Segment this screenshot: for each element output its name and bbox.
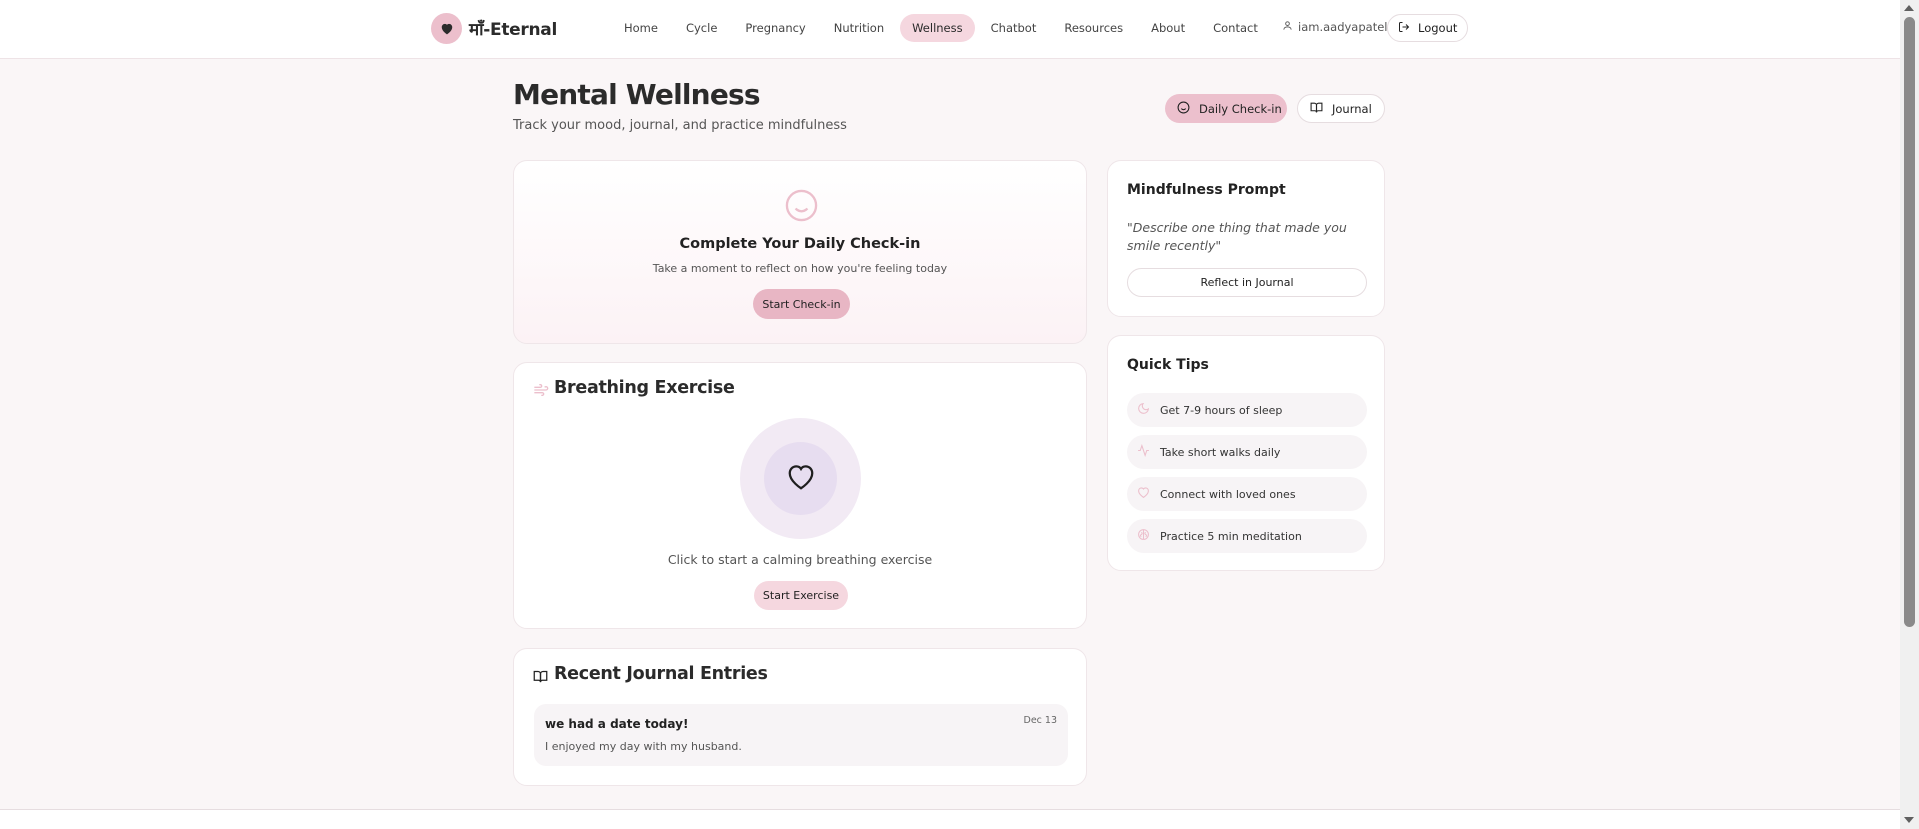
daily-checkin-card: Complete Your Daily Check-in Take a mome… (513, 160, 1087, 344)
tip-label: Get 7-9 hours of sleep (1160, 403, 1283, 417)
mindfulness-prompt: "Describe one thing that made you smile … (1127, 220, 1347, 253)
tip-item-loved-ones: Connect with loved ones (1127, 477, 1367, 511)
moon-icon (1137, 402, 1150, 418)
logout-button[interactable]: Logout (1387, 14, 1469, 42)
nav-pregnancy[interactable]: Pregnancy (733, 14, 817, 42)
entry-body: I enjoyed my day with my husband. (545, 740, 742, 753)
user-icon (1282, 20, 1293, 34)
scrollbar-thumb[interactable] (1904, 17, 1915, 627)
page-subtitle: Track your mood, journal, and practice m… (513, 118, 847, 133)
entry-title: we had a date today! (545, 717, 689, 731)
reflect-in-journal-button[interactable]: Reflect in Journal (1127, 268, 1367, 297)
tip-item-meditation: Practice 5 min meditation (1127, 519, 1367, 553)
quick-tips-title: Quick Tips (1127, 357, 1209, 373)
nav-chatbot[interactable]: Chatbot (979, 14, 1049, 42)
nav-wellness[interactable]: Wellness (900, 14, 975, 42)
tip-item-walks: Take short walks daily (1127, 435, 1367, 469)
start-exercise-button[interactable]: Start Exercise (754, 581, 848, 610)
breathing-exercise-card: Breathing Exercise Click to start a calm… (513, 362, 1087, 629)
journal-entry[interactable]: we had a date today! I enjoyed my day wi… (534, 704, 1068, 766)
breathing-inner-circle (764, 442, 837, 515)
brain-icon (1137, 528, 1150, 544)
nav-cycle[interactable]: Cycle (674, 14, 729, 42)
recent-journal-card: Recent Journal Entries we had a date tod… (513, 648, 1087, 786)
main-nav: Home Cycle Pregnancy Nutrition Wellness … (612, 14, 1270, 42)
brand-name: माँ-Eternal (469, 20, 557, 40)
nav-nutrition[interactable]: Nutrition (822, 14, 896, 42)
checkin-subtitle: Take a moment to reflect on how you're f… (652, 262, 948, 275)
nav-resources[interactable]: Resources (1052, 14, 1135, 42)
checkin-title: Complete Your Daily Check-in (679, 236, 921, 252)
brand[interactable]: माँ-Eternal (431, 13, 557, 44)
journal-section-title: Recent Journal Entries (554, 664, 768, 684)
daily-checkin-button[interactable]: Daily Check-in (1165, 94, 1287, 123)
tip-label: Connect with loved ones (1160, 487, 1296, 501)
mindfulness-prompt-card: Mindfulness Prompt "Describe one thing t… (1107, 160, 1385, 317)
breathing-title: Breathing Exercise (554, 378, 735, 398)
wind-icon (533, 382, 549, 402)
logout-icon (1398, 21, 1410, 36)
logout-label: Logout (1418, 21, 1458, 35)
activity-icon (1137, 443, 1150, 460)
user-profile[interactable]: iam.aadyapatel (1282, 20, 1387, 34)
journal-label: Journal (1332, 101, 1372, 116)
page-title: Mental Wellness (513, 78, 761, 111)
top-navbar: माँ-Eternal Home Cycle Pregnancy Nutriti… (0, 0, 1900, 59)
start-checkin-button[interactable]: Start Check-in (753, 289, 850, 319)
book-icon (1310, 101, 1323, 117)
mindfulness-title: Mindfulness Prompt (1127, 182, 1286, 198)
nav-contact[interactable]: Contact (1201, 14, 1270, 42)
quick-tips-card: Quick Tips Get 7-9 hours of sleep Take s… (1107, 335, 1385, 571)
nav-about[interactable]: About (1139, 14, 1197, 42)
heart-icon (786, 463, 816, 495)
nav-home[interactable]: Home (612, 14, 670, 42)
username: iam.aadyapatel (1298, 20, 1388, 34)
page-scrollbar[interactable] (1900, 0, 1919, 829)
tip-label: Take short walks daily (1160, 445, 1281, 459)
journal-button[interactable]: Journal (1297, 94, 1385, 123)
footer-strip (0, 810, 1900, 829)
tip-label: Practice 5 min meditation (1160, 529, 1302, 543)
scroll-up-arrow-icon[interactable] (1904, 5, 1914, 11)
entry-date: Dec 13 (1023, 715, 1058, 726)
smile-icon (1177, 101, 1190, 117)
tip-item-sleep: Get 7-9 hours of sleep (1127, 393, 1367, 427)
heart-icon (1137, 486, 1150, 502)
breathing-circle[interactable] (740, 418, 861, 539)
scroll-down-arrow-icon[interactable] (1904, 817, 1914, 823)
daily-checkin-label: Daily Check-in (1199, 101, 1282, 116)
smile-icon (784, 188, 819, 227)
breathing-hint: Click to start a calming breathing exerc… (667, 552, 933, 567)
heart-logo-icon (431, 13, 462, 44)
book-icon (533, 669, 548, 688)
